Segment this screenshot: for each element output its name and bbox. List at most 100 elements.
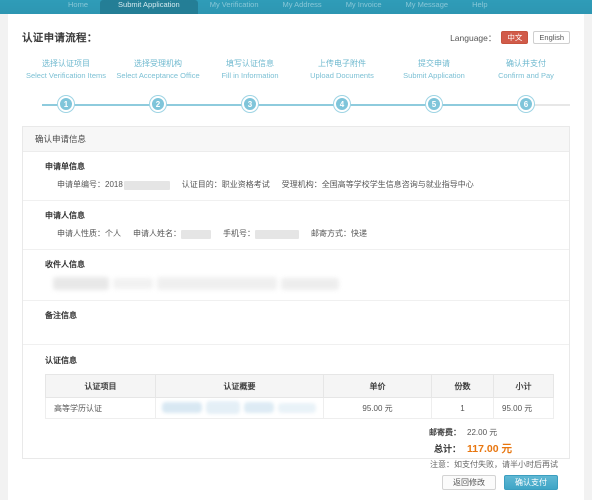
flow-title-row: 认证申请流程： Language： 中文 English: [22, 30, 570, 48]
step-1: 选择认证项目 Select Verification Items: [20, 58, 112, 81]
grand-total-label: 总计：: [433, 444, 461, 454]
order-no-redaction: [123, 180, 170, 190]
office-label: 受理机构：: [281, 180, 322, 189]
stepper-nodes: 1 2 3 4 5 6: [20, 96, 572, 112]
step-node-wrap-6: 6: [480, 96, 572, 112]
footer-actions: 注意：如支付失败，请半小时后再试 返回修改 确认支付: [430, 459, 558, 490]
shipping-fee-row: 邮寄费： 22.00 元: [45, 426, 553, 440]
step-2-label-cn: 选择受理机构: [134, 59, 182, 68]
section-remark: 备注信息: [23, 301, 569, 345]
step-node-2[interactable]: 2: [150, 96, 166, 112]
table-col-0: 认证项目: [45, 374, 156, 398]
step-node-wrap-5: 5: [388, 96, 480, 112]
table-header-row: 认证项目 认证概要 单价 份数 小计: [45, 374, 554, 398]
page-background: 认证申请流程： Language： 中文 English 选择认证项目 Selec…: [0, 14, 592, 500]
applicant-type-value: 个人: [105, 229, 121, 238]
payment-warning-note: 注意：如支付失败，请半小时后再试: [430, 460, 558, 469]
step-node-5[interactable]: 5: [426, 96, 442, 112]
step-node-wrap-3: 3: [204, 96, 296, 112]
step-4: 上传电子附件 Upload Documents: [296, 58, 388, 81]
applicant-type-label: 申请人性质：: [57, 229, 105, 238]
table-col-2: 单价: [323, 374, 432, 398]
step-node-1[interactable]: 1: [58, 96, 74, 112]
step-node-4[interactable]: 4: [334, 96, 350, 112]
language-button-chinese[interactable]: 中文: [501, 31, 529, 44]
step-5: 提交申请 Submit Application: [388, 58, 480, 81]
purpose-label: 认证目的：: [181, 180, 222, 189]
stepper-labels: 选择认证项目 Select Verification Items 选择受理机构 Sel…: [20, 58, 572, 81]
applicant-info-title: 申请人信息: [45, 211, 85, 220]
step-2-label-en: Select Acceptance Office: [116, 71, 200, 80]
mail-method-value: 快递: [351, 229, 367, 238]
section-applicant-info: 申请人信息 申请人性质： 个人 申请人姓名： 手机号： 邮寄方式： 快递: [23, 201, 569, 250]
field-office: 受理机构： 全国高等学校学生信息咨询与就业指导中心: [282, 179, 474, 191]
content-panel: 认证申请流程： Language： 中文 English 选择认证项目 Selec…: [8, 14, 584, 500]
phone-redaction: [255, 229, 299, 239]
confirm-card: 确认申请信息 申请单信息 申请单编号： 2018 认证目的： 职业资格考试 受理: [22, 126, 570, 459]
step-3-label-en: Fill in Information: [221, 71, 279, 80]
applicant-name-redaction: [181, 229, 211, 239]
order-info-title: 申请单信息: [45, 162, 85, 171]
field-order-no: 申请单编号： 2018: [57, 179, 170, 191]
table-row: 高等学历认证 95.00 元 1 95.00 元: [45, 397, 554, 419]
section-recipient-info: 收件人信息: [23, 250, 569, 301]
step-3-label-cn: 填写认证信息: [226, 59, 274, 68]
verification-info-title: 认证信息: [45, 356, 77, 365]
nav-item-3[interactable]: My Address: [271, 0, 334, 14]
purpose-value: 职业资格考试: [221, 180, 270, 189]
verification-table: 认证项目 认证概要 单价 份数 小计 高等学历认证 95.00 元 1 95.00 元: [45, 374, 554, 419]
step-2: 选择受理机构 Select Acceptance Office: [112, 58, 204, 81]
step-6-label-cn: 确认并支付: [506, 59, 546, 68]
top-navigation-bar: Home Submit Application My Verification My …: [0, 0, 592, 14]
office-value: 全国高等学校学生信息咨询与就业指导中心: [321, 180, 474, 189]
recipient-info-title: 收件人信息: [45, 260, 85, 269]
step-1-label-en: Select Verification Items: [25, 71, 107, 80]
applicant-name-label: 申请人姓名：: [133, 229, 181, 238]
applicant-info-row: 申请人性质： 个人 申请人姓名： 手机号： 邮寄方式： 快递: [45, 228, 569, 240]
step-node-wrap-2: 2: [112, 96, 204, 112]
shipping-fee-label: 邮寄费：: [429, 428, 461, 437]
nav-item-6[interactable]: Help: [460, 0, 499, 14]
field-applicant-name: 申请人姓名：: [133, 228, 211, 240]
progress-stepper: 选择认证项目 Select Verification Items 选择受理机构 Sel…: [20, 58, 572, 114]
phone-label: 手机号：: [223, 229, 255, 238]
table-col-1: 认证概要: [155, 374, 324, 398]
step-6: 确认并支付 Confirm and Pay: [480, 58, 572, 81]
grand-total-row: 总计： 117.00 元: [45, 442, 553, 456]
step-5-label-cn: 提交申请: [418, 59, 450, 68]
step-node-3[interactable]: 3: [242, 96, 258, 112]
order-no-label: 申请单编号：: [57, 180, 105, 189]
back-to-edit-button[interactable]: 返回修改: [442, 475, 496, 490]
field-phone: 手机号：: [223, 228, 299, 240]
mail-method-label: 邮寄方式：: [311, 229, 351, 238]
order-no-value: 2018: [105, 180, 123, 189]
field-purpose: 认证目的： 职业资格考试: [182, 179, 270, 191]
language-button-english[interactable]: English: [533, 31, 570, 44]
nav-item-4[interactable]: My Invoice: [334, 0, 394, 14]
table-col-3: 份数: [431, 374, 494, 398]
stepper-track: 1 2 3 4 5 6: [20, 96, 572, 114]
top-nav-items: Home Submit Application My Verification My …: [0, 0, 592, 14]
card-header: 确认申请信息: [23, 127, 569, 152]
language-switcher: Language： 中文 English: [450, 31, 570, 44]
step-node-6[interactable]: 6: [518, 96, 534, 112]
cell-summary-redacted: [155, 397, 324, 419]
nav-item-2[interactable]: My Verification: [198, 0, 271, 14]
field-applicant-type: 申请人性质： 个人: [57, 228, 121, 240]
step-node-wrap-4: 4: [296, 96, 388, 112]
step-4-label-en: Upload Documents: [310, 71, 374, 80]
order-info-row: 申请单编号： 2018 认证目的： 职业资格考试 受理机构： 全国高等学校学生信…: [45, 179, 569, 191]
action-buttons: 返回修改 确认支付: [430, 475, 558, 490]
shipping-fee-value: 22.00 元: [467, 428, 498, 437]
nav-item-5[interactable]: My Message: [394, 0, 461, 14]
totals-block: 邮寄费： 22.00 元 总计： 117.00 元: [45, 426, 553, 456]
confirm-pay-button[interactable]: 确认支付: [504, 475, 558, 490]
nav-item-1[interactable]: Submit Application: [100, 0, 198, 14]
step-6-label-en: Confirm and Pay: [498, 71, 554, 80]
recipient-redacted-content: [49, 277, 569, 291]
nav-item-0[interactable]: Home: [56, 0, 100, 14]
step-1-label-cn: 选择认证项目: [42, 59, 90, 68]
step-5-label-en: Submit Application: [403, 71, 465, 80]
page-title: 认证申请流程：: [22, 32, 98, 44]
table-col-4: 小计: [493, 374, 554, 398]
